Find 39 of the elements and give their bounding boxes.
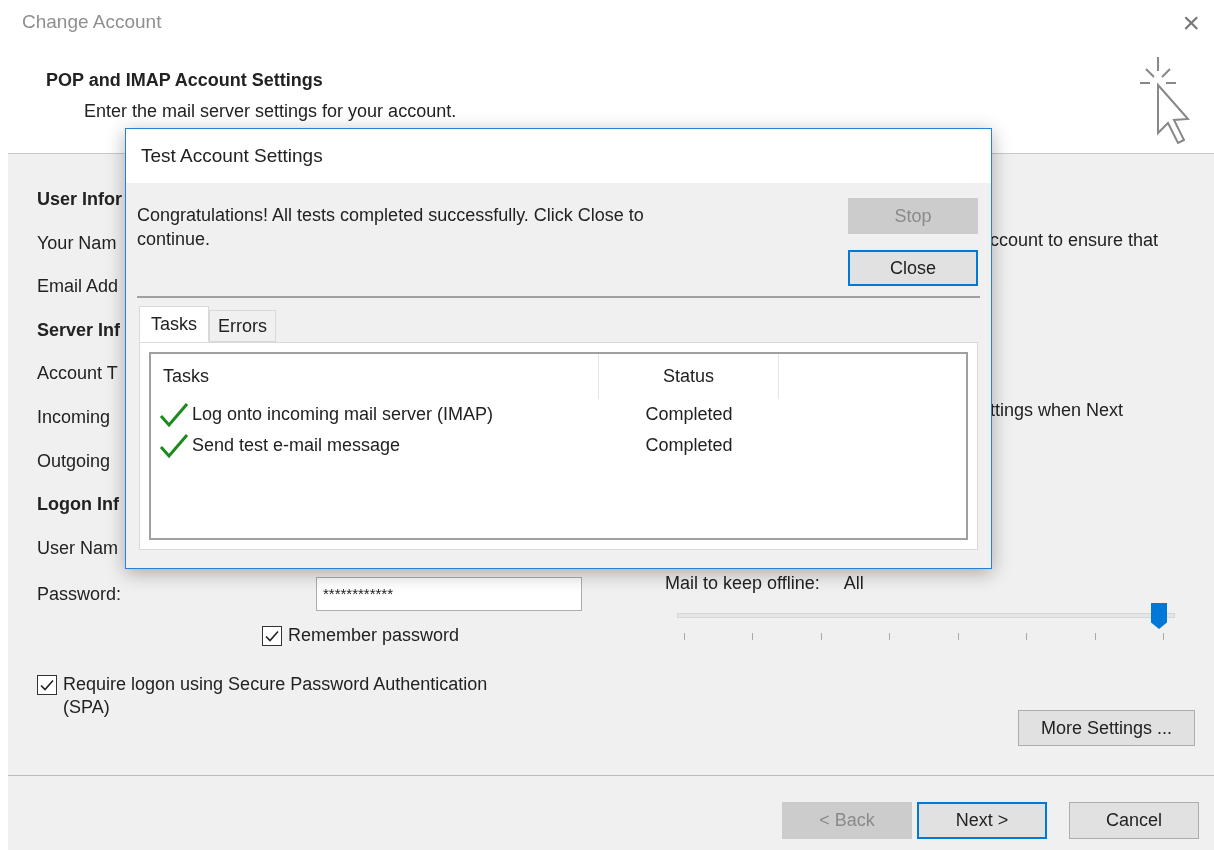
field-label: User Nam — [37, 537, 118, 558]
section-heading: Server Inf — [37, 319, 121, 340]
task-status: Completed — [644, 403, 734, 426]
slider-label: Mail to keep offline: — [665, 572, 820, 595]
field-label: Account T — [37, 363, 118, 384]
slider[interactable] — [677, 603, 1175, 629]
dialog-button[interactable]: Close — [848, 250, 978, 286]
tab[interactable]: Errors — [209, 310, 276, 342]
column-header: Tasks — [151, 354, 599, 399]
description-text: ttings when Next — [990, 399, 1125, 422]
checkbox-label: Require logon using Secure Password Authentication (SPA) — [63, 673, 489, 720]
tab[interactable]: Tasks — [139, 306, 209, 342]
footer-button[interactable]: Cancel — [1069, 802, 1199, 839]
section-heading: Logon Inf — [37, 494, 119, 515]
header-title: POP and IMAP Account Settings — [46, 69, 324, 92]
close-button[interactable]: × — [1182, 7, 1200, 38]
slider-value: All — [843, 572, 864, 595]
description-text: ccount to ensure that — [990, 229, 1160, 252]
password-field[interactable]: ************ — [316, 577, 582, 612]
field-label: Your Nam — [37, 232, 117, 253]
field-label: Email Add — [37, 276, 119, 297]
dialog-title: Test Account Settings — [141, 143, 323, 168]
slider-thumb[interactable] — [1151, 603, 1167, 629]
column-header: Status — [599, 354, 779, 399]
footer-button[interactable]: Next > — [917, 802, 1047, 839]
section-heading: User Infor — [37, 189, 123, 209]
field-label: Outgoing — [37, 450, 111, 471]
header-subtitle: Enter the mail server settings for your account. — [84, 100, 457, 123]
task-status: Completed — [644, 434, 734, 457]
task-name: Log onto incoming mail server (IMAP) — [192, 403, 494, 426]
checkbox-label: Remember password — [288, 624, 460, 648]
dialog-message: Congratulations! All tests completed successfully. Click Close to continue. — [137, 204, 645, 251]
task-name: Send test e-mail message — [192, 434, 401, 457]
checkbox[interactable] — [262, 625, 282, 646]
checkbox[interactable] — [37, 675, 57, 696]
more-settings-button[interactable]: More Settings ... — [1018, 710, 1195, 746]
field-label: Password: — [37, 582, 123, 606]
window-title: Change Account — [22, 10, 162, 35]
field-label: Incoming — [37, 406, 111, 427]
